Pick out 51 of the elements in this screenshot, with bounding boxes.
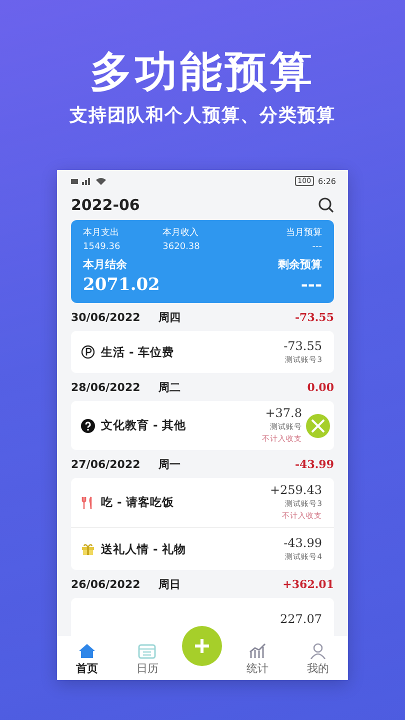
calendar-icon	[138, 643, 156, 659]
transaction-row[interactable]: 227.07	[71, 598, 334, 636]
signal-icon	[71, 177, 109, 185]
amount: -43.99	[284, 536, 322, 550]
question-icon	[81, 418, 95, 432]
day-total: -73.55	[294, 310, 334, 324]
budget-value: ---	[312, 241, 322, 254]
day-total: 0.00	[307, 380, 334, 394]
amount: 227.07	[280, 612, 322, 626]
day-weekday: 周四	[158, 310, 180, 324]
day-weekday: 周一	[158, 456, 180, 472]
expense-value: 1549.36	[83, 241, 122, 254]
amount: -73.55	[284, 338, 322, 354]
amount: +259.43	[270, 483, 322, 498]
nav-tab[interactable]: 统计	[232, 643, 283, 676]
home-icon	[78, 643, 96, 659]
category-label: 送礼人情 - 礼物	[101, 542, 186, 556]
balance-label: 本月结余	[83, 257, 128, 273]
nav-tab[interactable]: 首页	[62, 643, 112, 676]
income-value: 3620.38	[162, 241, 201, 254]
search-icon[interactable]	[318, 197, 334, 213]
day-date: 30/06/2022	[71, 310, 140, 324]
headline: 多功能预算	[90, 46, 315, 98]
day-date: 27/06/2022	[71, 458, 140, 470]
category-label: 吃 - 请客吃饭	[101, 495, 174, 510]
gift-icon	[81, 542, 95, 556]
nav-tab[interactable]: 日历	[122, 643, 172, 676]
status-time: 6:26	[318, 176, 336, 186]
plus-icon	[193, 637, 212, 655]
remaining-value: ---	[300, 274, 322, 296]
day-weekday: 周二	[158, 380, 180, 394]
category-label: 文化教育 - 其他	[101, 418, 186, 433]
balance-value: 2071.02	[83, 274, 160, 296]
chart-icon	[248, 643, 267, 659]
day-weekday: 周日	[158, 576, 180, 592]
subtitle: 支持团队和个人预算、分类预算	[70, 104, 336, 128]
day-total: +362.01	[282, 578, 334, 590]
nav-tab[interactable]: 我的	[292, 643, 343, 676]
remaining-label: 剩余预算	[278, 257, 322, 273]
add-button[interactable]	[182, 626, 222, 666]
amount: +37.8	[265, 406, 302, 421]
parking-icon	[81, 345, 95, 359]
day-total: -43.99	[294, 458, 334, 470]
month-title[interactable]: 2022-06	[71, 196, 140, 214]
expense-label: 本月支出	[83, 226, 120, 240]
day-date: 28/06/2022	[71, 380, 140, 394]
budget-label: 当月预算	[286, 226, 322, 240]
category-label: 生活 - 车位费	[101, 344, 174, 360]
income-label: 本月收入	[162, 226, 200, 240]
day-date: 26/06/2022	[71, 578, 140, 590]
user-icon	[308, 643, 327, 659]
